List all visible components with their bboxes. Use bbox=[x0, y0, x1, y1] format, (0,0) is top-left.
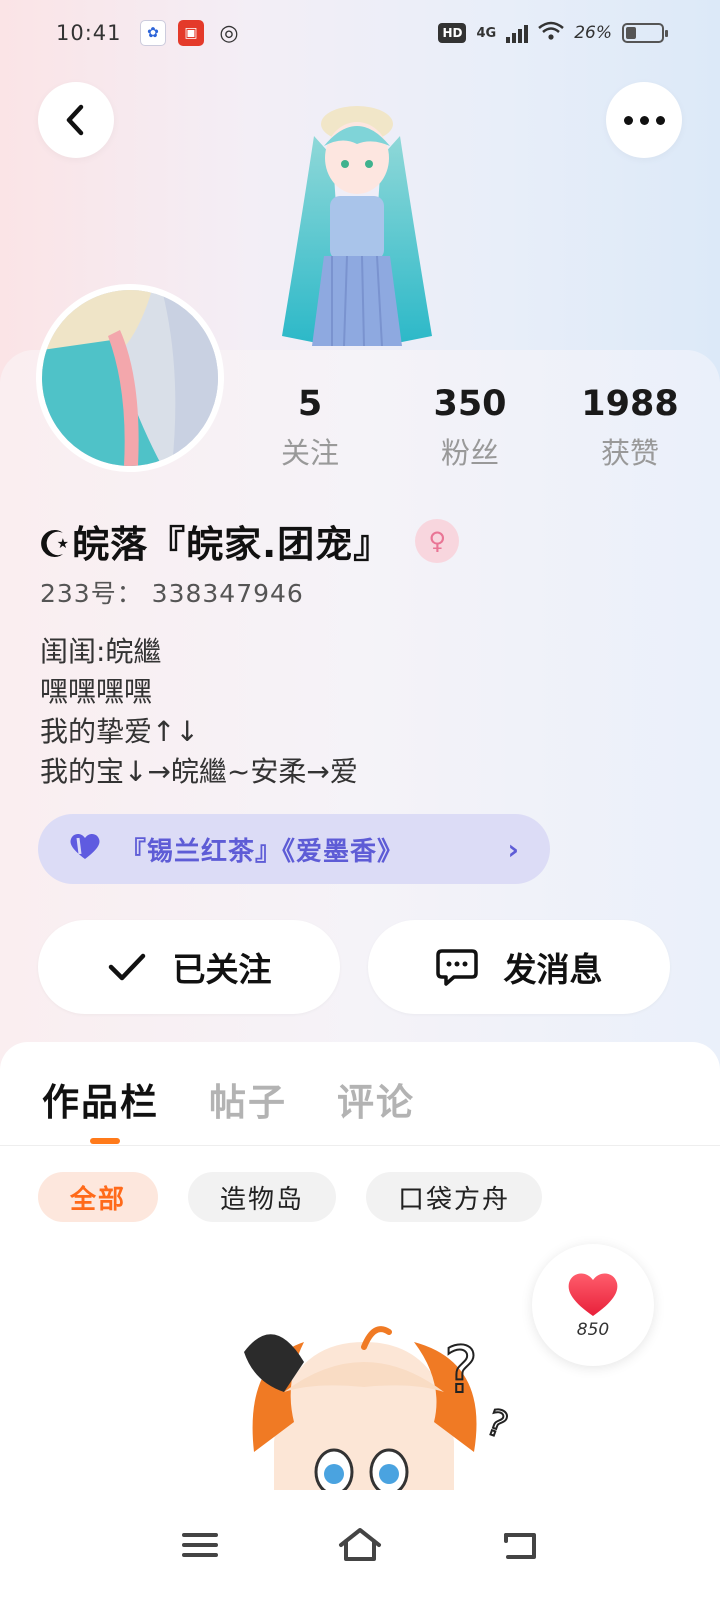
menu-icon bbox=[182, 1533, 218, 1557]
tab-works[interactable]: 作品栏 bbox=[42, 1072, 159, 1145]
battery-icon bbox=[622, 23, 668, 43]
more-horizontal-icon bbox=[623, 115, 665, 125]
orbit-app-icon: ◎ bbox=[219, 20, 239, 46]
bio-line: 闺闺:皖繼 bbox=[40, 635, 162, 668]
profile-page: 10:41 ✿ ▣ ◎ HD 4G 26% 5 关注 350 粉丝 1988 获… bbox=[0, 0, 720, 1600]
baidu-app-icon: ✿ bbox=[140, 20, 166, 46]
female-icon: ♀ bbox=[415, 519, 460, 563]
menu-button[interactable] bbox=[170, 1515, 230, 1575]
tab-indicator bbox=[90, 1138, 120, 1144]
status-indicators: HD 4G 26% bbox=[438, 21, 668, 46]
tab-posts[interactable]: 帖子 bbox=[209, 1072, 287, 1145]
filter-creation-island[interactable]: 造物岛 bbox=[188, 1172, 337, 1222]
like-count: 850 bbox=[576, 1320, 610, 1340]
avatar[interactable] bbox=[36, 284, 224, 472]
filter-pocket-ark[interactable]: 口袋方舟 bbox=[366, 1172, 543, 1222]
follow-label: 已关注 bbox=[172, 950, 272, 989]
status-time: 10:41 bbox=[56, 21, 122, 45]
character-figure bbox=[282, 106, 432, 347]
profile-stats: 5 关注 350 粉丝 1988 获赞 bbox=[230, 384, 710, 472]
message-label: 发消息 bbox=[503, 950, 603, 989]
home-icon bbox=[339, 1528, 381, 1561]
heart-icon bbox=[568, 1273, 618, 1316]
status-bar: 10:41 ✿ ▣ ◎ HD 4G 26% bbox=[0, 0, 720, 66]
chevron-right-icon: › bbox=[507, 832, 520, 866]
more-button[interactable] bbox=[606, 82, 682, 158]
heart-icon bbox=[68, 832, 102, 867]
stat-followers[interactable]: 350 粉丝 bbox=[390, 384, 550, 472]
back-button[interactable] bbox=[38, 82, 114, 158]
avatar-image bbox=[42, 290, 218, 466]
group-tag-text: 『锡兰红茶』《爱墨香》 bbox=[120, 836, 405, 867]
nickname-row: ☪皖落『皖家.团宠』 ♀ bbox=[38, 514, 460, 568]
bio: 闺闺:皖繼 嘿嘿嘿嘿 我的挚爱↑↓ 我的宝↓→皖繼~安柔→爱 bbox=[40, 632, 358, 792]
group-tag-pill[interactable]: 『锡兰红茶』《爱墨香》 › bbox=[38, 814, 550, 884]
home-button[interactable] bbox=[330, 1515, 390, 1575]
question-mark: ? bbox=[444, 1334, 478, 1408]
signal-icon bbox=[506, 23, 529, 43]
question-mark: ? bbox=[481, 1402, 513, 1447]
stat-likes[interactable]: 1988 获赞 bbox=[550, 384, 710, 472]
bio-line: 我的宝↓→皖繼~安柔→爱 bbox=[40, 755, 358, 788]
follow-button[interactable]: 已关注 bbox=[38, 920, 340, 1014]
stat-value: 350 bbox=[433, 384, 507, 424]
back-icon bbox=[504, 1533, 536, 1559]
stat-value: 5 bbox=[297, 384, 323, 424]
message-button[interactable]: 发消息 bbox=[368, 920, 670, 1014]
nickname: ☪皖落『皖家.团宠』 bbox=[38, 523, 392, 566]
back-nav-button[interactable] bbox=[490, 1515, 550, 1575]
bio-line: 我的挚爱↑↓ bbox=[40, 715, 199, 748]
shopping-app-icon: ▣ bbox=[178, 20, 204, 46]
wifi-icon bbox=[538, 21, 565, 46]
battery-text: 26% bbox=[574, 23, 612, 43]
hd-badge: HD bbox=[438, 23, 467, 43]
tab-comments[interactable]: 评论 bbox=[337, 1072, 415, 1145]
filter-chips: 全部 造物岛 口袋方舟 bbox=[0, 1146, 720, 1222]
stat-value: 1988 bbox=[581, 384, 679, 424]
filter-all[interactable]: 全部 bbox=[38, 1172, 159, 1222]
chevron-left-icon bbox=[66, 104, 84, 136]
status-app-icons: ✿ ▣ ◎ bbox=[140, 20, 242, 46]
stat-following[interactable]: 5 关注 bbox=[230, 384, 390, 472]
like-button[interactable]: 850 bbox=[532, 1244, 654, 1366]
stat-label: 关注 bbox=[280, 436, 339, 470]
stat-label: 粉丝 bbox=[440, 436, 499, 470]
system-nav-bar bbox=[0, 1490, 720, 1600]
chat-bubble-icon bbox=[435, 949, 478, 986]
user-id: 233号： 338347946 bbox=[40, 579, 304, 608]
content-tabs: 作品栏 帖子 评论 bbox=[0, 1042, 720, 1146]
bio-line: 嘿嘿嘿嘿 bbox=[40, 675, 153, 708]
network-type: 4G bbox=[476, 25, 497, 41]
stat-label: 获赞 bbox=[600, 436, 659, 470]
check-icon bbox=[108, 953, 145, 981]
